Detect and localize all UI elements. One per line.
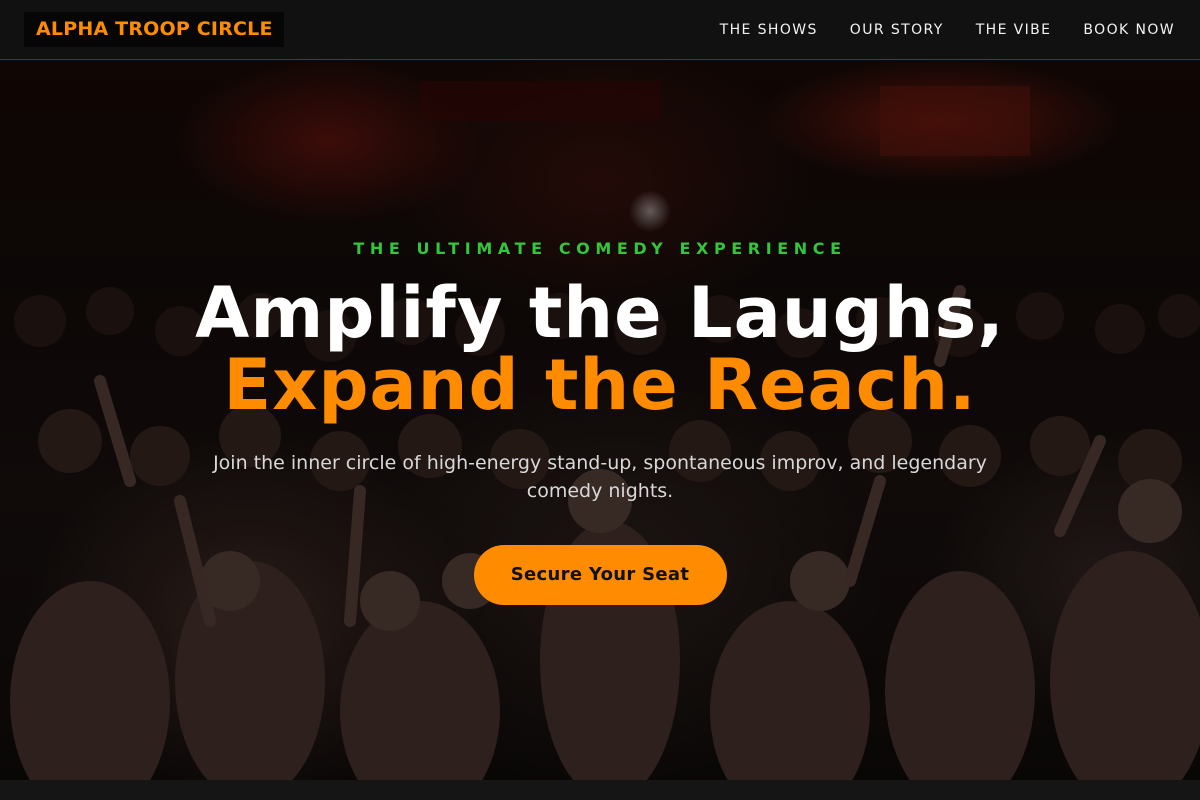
hero-section: THE ULTIMATE COMEDY EXPERIENCE Amplify t… (0, 61, 1200, 780)
hero-headline: Amplify the Laughs, Expand the Reach. (0, 277, 1200, 421)
footer-strip (0, 780, 1200, 800)
hero-headline-line2: Expand the Reach. (223, 344, 977, 426)
nav-link-the-shows[interactable]: THE SHOWS (720, 22, 818, 38)
nav-link-book-now[interactable]: BOOK NOW (1083, 22, 1175, 38)
hero-subtext: Join the inner circle of high-energy sta… (213, 452, 987, 502)
site-logo[interactable]: ALPHA TROOP CIRCLE (24, 12, 284, 47)
nav-link-our-story[interactable]: OUR STORY (850, 22, 944, 38)
top-navbar: ALPHA TROOP CIRCLE THE SHOWS OUR STORY T… (0, 0, 1200, 60)
secure-your-seat-button[interactable]: Secure Your Seat (473, 545, 727, 605)
hero-headline-line1: Amplify the Laughs, (195, 272, 1005, 354)
nav-links: THE SHOWS OUR STORY THE VIBE BOOK NOW (720, 22, 1175, 38)
hero-eyebrow: THE ULTIMATE COMEDY EXPERIENCE (353, 239, 847, 258)
hero-content: THE ULTIMATE COMEDY EXPERIENCE Amplify t… (0, 239, 1200, 605)
nav-link-the-vibe[interactable]: THE VIBE (976, 22, 1052, 38)
